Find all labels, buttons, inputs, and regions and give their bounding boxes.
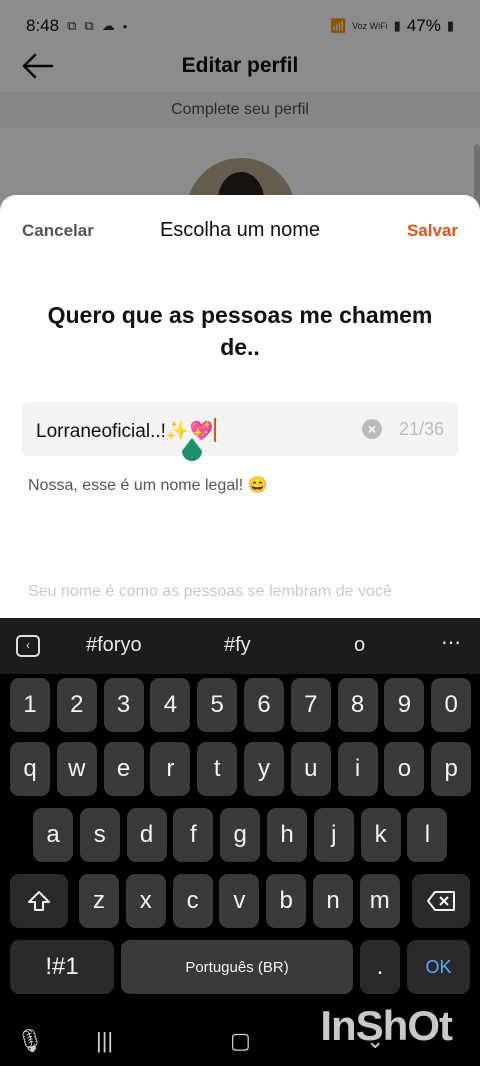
- save-button[interactable]: Salvar: [407, 221, 458, 241]
- symbols-key[interactable]: !#1: [10, 940, 114, 994]
- backspace-key[interactable]: [412, 874, 470, 928]
- key-9[interactable]: 9: [384, 678, 425, 732]
- key-r[interactable]: r: [150, 742, 191, 796]
- key-s[interactable]: s: [79, 808, 120, 862]
- suggestion-1[interactable]: #foryo: [86, 634, 142, 657]
- key-u[interactable]: u: [290, 742, 331, 796]
- key-p[interactable]: p: [431, 742, 472, 796]
- key-j[interactable]: j: [313, 808, 354, 862]
- collapse-keyboard-icon[interactable]: ‹: [16, 635, 40, 657]
- key-w[interactable]: w: [56, 742, 97, 796]
- key-8[interactable]: 8: [337, 678, 378, 732]
- name-bottom-sheet: Cancelar Escolha um nome Salvar Quero qu…: [0, 195, 480, 620]
- recents-icon[interactable]: |||: [96, 1028, 113, 1054]
- backspace-icon: [427, 891, 455, 911]
- suggestion-3[interactable]: o: [354, 634, 365, 657]
- clear-icon[interactable]: ×: [362, 419, 382, 439]
- key-f[interactable]: f: [173, 808, 214, 862]
- more-options-icon[interactable]: ⋯: [441, 630, 462, 655]
- key-q[interactable]: q: [10, 742, 50, 796]
- key-o[interactable]: o: [384, 742, 425, 796]
- key-b[interactable]: b: [266, 874, 307, 928]
- key-a[interactable]: a: [33, 808, 73, 862]
- name-input[interactable]: Lorraneoficial..!✨💖 × 21/36: [22, 402, 458, 456]
- key-0[interactable]: 0: [431, 678, 472, 732]
- key-z[interactable]: z: [79, 874, 119, 928]
- key-c[interactable]: c: [172, 874, 213, 928]
- period-key[interactable]: .: [360, 940, 400, 994]
- ok-key[interactable]: OK: [407, 940, 470, 994]
- character-counter: 21/36: [398, 419, 444, 439]
- name-helper-text: Seu nome é como as pessoas se lembram de…: [28, 583, 392, 600]
- name-feedback: Nossa, esse é um nome legal! 😄: [28, 477, 268, 494]
- key-g[interactable]: g: [220, 808, 261, 862]
- name-question: Quero que as pessoas me chamem de..: [47, 302, 433, 360]
- key-v[interactable]: v: [219, 874, 260, 928]
- key-n[interactable]: n: [313, 874, 353, 928]
- sheet-header: Cancelar Escolha um nome Salvar: [0, 215, 480, 251]
- key-6[interactable]: 6: [244, 678, 284, 732]
- text-caret: [214, 418, 217, 442]
- key-7[interactable]: 7: [290, 678, 331, 732]
- key-1[interactable]: 1: [10, 678, 50, 732]
- key-t[interactable]: t: [197, 742, 238, 796]
- key-2[interactable]: 2: [56, 678, 97, 732]
- key-i[interactable]: i: [337, 742, 378, 796]
- key-m[interactable]: m: [359, 874, 400, 928]
- home-icon[interactable]: ▢: [230, 1028, 251, 1054]
- key-d[interactable]: d: [126, 808, 167, 862]
- key-5[interactable]: 5: [197, 678, 238, 732]
- suggestion-bar: ‹ #foryo #fy o ⋯: [0, 618, 480, 674]
- key-h[interactable]: h: [267, 808, 307, 862]
- key-3[interactable]: 3: [103, 678, 144, 732]
- keyboard: ‹ #foryo #fy o ⋯ 1234567890 qwertyuiop a…: [0, 618, 480, 1018]
- shift-key[interactable]: [10, 874, 68, 928]
- suggestion-2[interactable]: #fy: [224, 634, 251, 657]
- shift-icon: [28, 891, 50, 911]
- key-y[interactable]: y: [244, 742, 284, 796]
- key-4[interactable]: 4: [150, 678, 191, 732]
- key-x[interactable]: x: [125, 874, 166, 928]
- space-key[interactable]: Português (BR): [121, 940, 353, 994]
- key-k[interactable]: k: [360, 808, 401, 862]
- key-e[interactable]: e: [103, 742, 144, 796]
- inshot-watermark: InShOt: [320, 1002, 453, 1049]
- key-l[interactable]: l: [407, 808, 448, 862]
- microphone-icon[interactable]: 🎙: [16, 1028, 44, 1054]
- cursor-handle-icon[interactable]: [181, 438, 203, 464]
